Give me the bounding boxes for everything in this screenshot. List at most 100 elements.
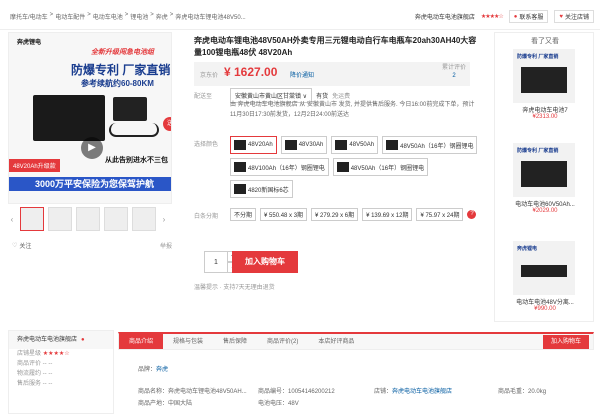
color-option[interactable]: 48V50Ah（16年）钢圈锂电 [382, 136, 478, 154]
delivery-label: 配送至 [194, 94, 213, 100]
color-option[interactable]: 48V50Ah [331, 136, 379, 154]
installment-label: 白条分期 [194, 214, 219, 220]
option-thumbnail [336, 162, 349, 172]
tab-recommend[interactable]: 本店好评商品 [308, 334, 364, 349]
recommend-image-text: 防爆专利 厂家直销 [517, 54, 559, 60]
spec-name: 商品名称：奔虎电动车锂电池48V50AH... [138, 386, 247, 395]
breadcrumb-item[interactable]: 摩托车/电动车 [10, 12, 48, 21]
installment-option[interactable]: ¥ 139.69 x 12期 [362, 208, 413, 221]
spec-code-label: 商品编号： [258, 389, 289, 395]
recommend-image-text: 防爆专利 厂家直销 [517, 148, 559, 154]
chevron-right-icon[interactable]: › [160, 215, 168, 224]
shop-card-name: 奔虎电动车电池旗舰店 [17, 337, 78, 343]
heart-icon: ♡ [12, 243, 18, 249]
spec-weight-value: 20.0kg [528, 389, 547, 395]
color-option[interactable]: 48V20Ah [230, 136, 277, 154]
stock-status: 有货 [316, 94, 329, 100]
tab-intro[interactable]: 商品介绍 [119, 334, 164, 349]
tab-add-to-cart-button[interactable]: 加入购物车 [542, 335, 589, 349]
shop-card-header[interactable]: 奔虎电动车电池旗舰店 ● [9, 331, 113, 349]
recommend-image: 奔虎锂电 [513, 241, 575, 295]
contact-service-button[interactable]: ● 联系客服 [508, 10, 549, 23]
thumbnail[interactable] [104, 207, 128, 231]
spec-voltage-label: 电池电压： [258, 401, 289, 407]
spec-store-link[interactable]: 奔虎电动车电池旗舰店 [392, 389, 452, 395]
tips-text: 温馨提示 · 支持7天无理由退货 [194, 285, 275, 291]
add-to-cart-button[interactable]: 加入购物车 [232, 251, 298, 273]
review-count[interactable]: 累计评价 2 [442, 64, 466, 80]
follow-shop-button[interactable]: ♥ 关注店铺 [554, 10, 594, 23]
breadcrumb-item[interactable]: 奔虎 [156, 12, 168, 21]
breadcrumb-item[interactable]: 电动车电池 [93, 12, 123, 21]
brand-link[interactable]: 奔虎 [156, 367, 168, 373]
play-video-icon[interactable]: ▶ [81, 137, 103, 159]
info-icon[interactable]: ? [467, 210, 477, 219]
recommend-image: 防爆专利 厂家直销 [513, 143, 575, 197]
recommend-name: 电动车电池60V50Ah... [515, 202, 575, 208]
brand-label: 品牌： [138, 367, 157, 373]
shop-bar: 奔虎电动车电池旗舰店 ★★★★☆ ● 联系客服 ♥ 关注店铺 [415, 10, 594, 23]
color-option[interactable]: 48V50Ah（16年）钢圈锂电 [332, 158, 429, 176]
review-label: 累计评价 [441, 65, 466, 71]
image-caption-3: 参考续航约60-80KM [81, 79, 154, 88]
option-thumbnail [386, 140, 399, 150]
color-option-label: 48V50Ah（16年）钢圈锂电 [400, 143, 474, 150]
installment-option[interactable]: 不分期 [230, 208, 257, 221]
chevron-left-icon[interactable]: ‹ [8, 215, 16, 224]
tab-aftersale[interactable]: 售后保障 [213, 334, 257, 349]
tab-reviews[interactable]: 商品评价(2) [257, 334, 308, 349]
shop-metric: 物流履约 -- -- [17, 371, 53, 377]
color-option[interactable]: 48V100Ah（16年）钢圈锂电 [230, 158, 329, 176]
recommend-name: 奔虎电动车电池7 [522, 108, 568, 114]
tab-spec[interactable]: 规格与包装 [163, 334, 213, 349]
shop-rating-label: 店铺星级 [17, 351, 42, 357]
option-thumbnail [335, 140, 348, 150]
thumbnail[interactable] [48, 207, 72, 231]
option-thumbnail [234, 162, 246, 172]
shipping-text: 由 奔虎电动车电池旗舰店 从 安徽黄山市 发货, 并提供售后服务. 今日16:0… [230, 102, 475, 118]
recommend-item[interactable]: 防爆专利 厂家直销 电动车电池60V50Ah... ¥2029.00 [505, 143, 585, 214]
chat-icon: ● [513, 13, 518, 20]
report-link[interactable]: 举报 [160, 241, 172, 250]
recommend-product-shape [521, 161, 567, 187]
recommend-price: ¥2029.00 [532, 208, 558, 214]
color-option-label: 48V30Ah [298, 142, 324, 148]
recommend-item[interactable]: 防爆专利 厂家直销 奔虎电动车电池7 ¥2313.00 [505, 49, 585, 120]
breadcrumb-sep: > [124, 12, 129, 18]
thumbnail[interactable] [132, 207, 156, 231]
product-title: 奔虎电动车锂电池48V50AH外卖专用三元锂电动自行车电瓶车20ah30AH40… [194, 36, 477, 57]
breadcrumb-item[interactable]: 电动车配件 [55, 12, 85, 21]
color-option[interactable]: 4820新国标6芯 [230, 180, 293, 198]
installment-option[interactable]: ¥ 550.48 x 3期 [260, 208, 308, 221]
follow-product-button[interactable]: ♡ 关注 [12, 241, 31, 250]
spec-name-value: 奔虎电动车锂电池48V50AH... [168, 389, 247, 395]
breadcrumb-item[interactable]: 锂电池 [130, 12, 148, 21]
battery-image [33, 95, 105, 141]
spec-voltage: 电池电压：48V [258, 398, 299, 407]
review-number: 2 [452, 73, 456, 79]
recommend-product-shape [521, 67, 567, 93]
price-notice-link[interactable]: 降价通知 [290, 70, 314, 79]
main-product-image[interactable]: 奔虎锂电 全新升级闯急电池组 防爆专利 厂家直销 参考续航约60-80KM 送 … [8, 32, 172, 204]
spec-code-value: 10054146200212 [288, 389, 335, 395]
thumbnail[interactable] [20, 207, 44, 231]
detail-tabs: 商品介绍 规格与包装 售后保障 商品评价(2) 本店好评商品 加入购物车 [118, 332, 594, 350]
recommend-image-text: 奔虎锂电 [517, 246, 538, 252]
option-thumbnail [234, 140, 246, 150]
price-box: 京东价 ¥ 1627.00 降价通知 累计评价 2 [194, 62, 470, 86]
breadcrumb-sep: > [169, 12, 174, 18]
recommend-item[interactable]: 奔虎锂电 电动车电池48V分离... ¥990.00 [505, 241, 585, 312]
recommend-product-shape [521, 265, 567, 277]
color-option[interactable]: 48V30Ah [280, 136, 328, 154]
chat-icon: ● [81, 337, 85, 343]
installment-option[interactable]: ¥ 279.29 x 6期 [311, 208, 359, 221]
quantity-input[interactable]: 1 [204, 251, 228, 273]
installment-option[interactable]: ¥ 75.97 x 24期 [416, 208, 464, 221]
option-thumbnail [234, 184, 246, 194]
shop-card: 奔虎电动车电池旗舰店 ● 店铺星级 ★★★★☆ 商品评价 -- -- 物流履约 -… [8, 330, 114, 414]
shop-name-link[interactable]: 奔虎电动车电池旗舰店 [415, 12, 475, 21]
charger-image [113, 97, 147, 121]
thumbnail[interactable] [76, 207, 100, 231]
follow-label: 关注 [19, 244, 32, 250]
spec-code: 商品编号：10054146200212 [258, 386, 335, 395]
